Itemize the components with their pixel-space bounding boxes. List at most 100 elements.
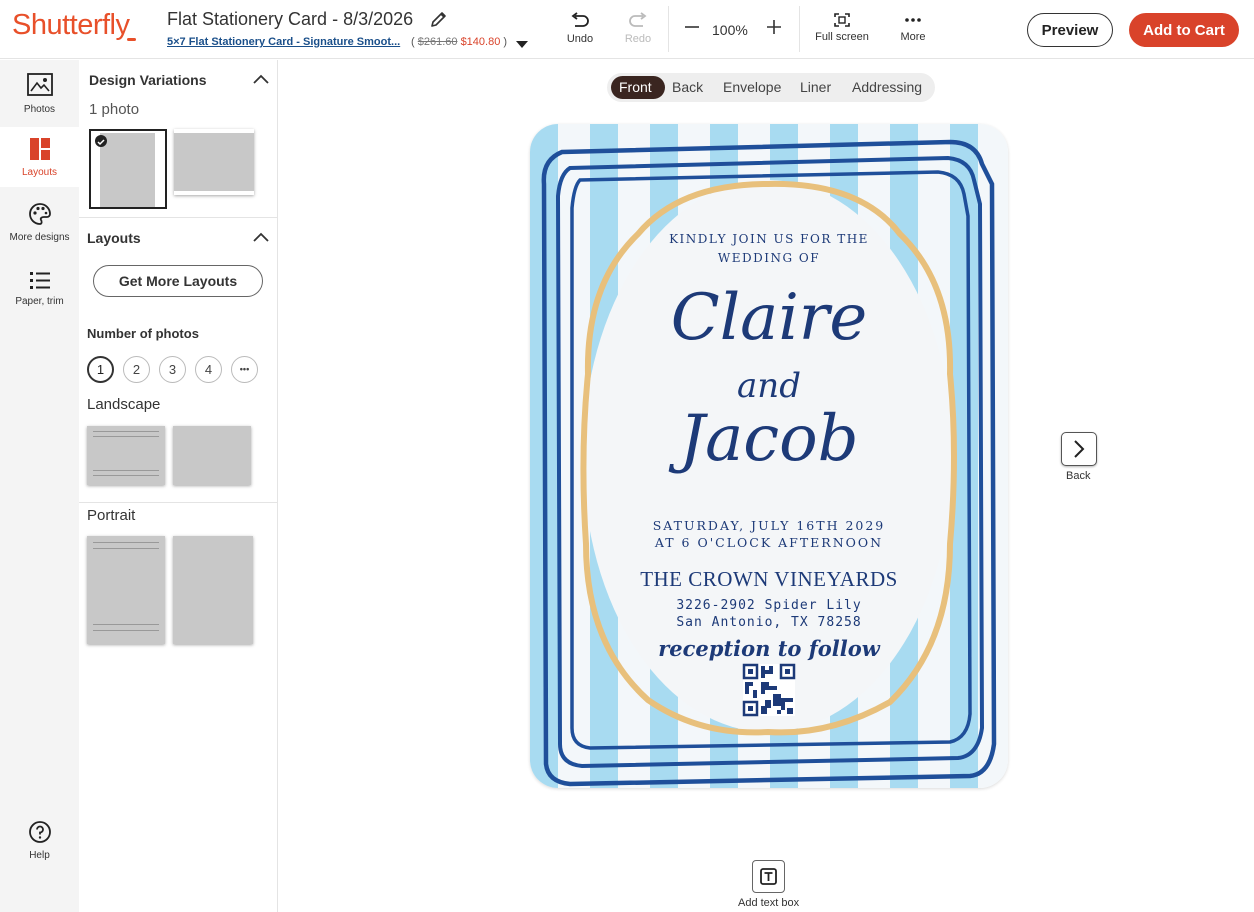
product-link[interactable]: 5×7 Flat Stationery Card - Signature Smo… xyxy=(167,36,400,48)
rail-label-more-designs: More designs xyxy=(9,232,70,243)
event-time[interactable]: AT 6 O'CLOCK AFTERNOON xyxy=(530,535,1008,550)
venue-name[interactable]: THE CROWN VINEYARDS xyxy=(530,567,1008,592)
zoom-out-icon[interactable] xyxy=(681,16,703,38)
fullscreen-icon xyxy=(834,13,850,27)
photo-count-3[interactable]: 3 xyxy=(159,356,186,383)
photo-count-4[interactable]: 4 xyxy=(195,356,222,383)
add-text-box-button[interactable] xyxy=(752,860,785,893)
rail-label-help: Help xyxy=(29,850,50,861)
palette-icon xyxy=(28,203,51,225)
card-canvas[interactable]: KINDLY JOIN US FOR THE WEDDING OF Claire… xyxy=(530,124,1008,788)
next-side-button[interactable] xyxy=(1061,432,1097,466)
more-button[interactable]: More xyxy=(896,12,930,43)
add-text-box-label: Add text box xyxy=(738,897,800,909)
landscape-label: Landscape xyxy=(87,396,161,413)
redo-button[interactable]: Redo xyxy=(620,12,656,45)
variation-thumb-selected[interactable] xyxy=(89,129,167,209)
toolbar-divider xyxy=(799,6,800,52)
text-line xyxy=(93,630,159,631)
invite-line-2[interactable]: WEDDING OF xyxy=(530,251,1008,265)
invite-line-1[interactable]: KINDLY JOIN US FOR THE xyxy=(530,232,1008,246)
shutterfly-logo[interactable]: Shutterfly xyxy=(12,9,130,42)
rail-item-more-designs[interactable]: More designs xyxy=(0,202,79,250)
section-divider xyxy=(79,217,278,218)
price-new: $140.80 xyxy=(460,36,501,48)
fullscreen-label: Full screen xyxy=(815,31,869,43)
project-title[interactable]: Flat Stationery Card - 8/3/2026 xyxy=(167,9,413,30)
help-icon xyxy=(28,821,51,843)
toolbar-divider xyxy=(668,6,669,52)
photo-count-more[interactable]: ••• xyxy=(231,356,258,383)
rail-item-photos[interactable]: Photos xyxy=(0,70,79,128)
price-open: ( xyxy=(411,36,415,48)
logo-underline xyxy=(127,38,136,41)
photo-count-1[interactable]: 1 xyxy=(87,356,114,383)
tab-envelope[interactable]: Envelope xyxy=(723,79,781,95)
rail-item-help[interactable]: Help xyxy=(0,820,79,864)
zoom-in-icon[interactable] xyxy=(763,16,785,38)
address-line-1[interactable]: 3226-2902 Spider Lily xyxy=(530,598,1008,613)
layouts-icon xyxy=(29,138,50,160)
layout-thumb-landscape-2[interactable] xyxy=(173,426,251,485)
redo-label: Redo xyxy=(624,33,652,45)
text-line xyxy=(93,436,159,437)
number-of-photos-label: Number of photos xyxy=(87,326,199,341)
tab-addressing[interactable]: Addressing xyxy=(852,79,922,95)
price-old: $261.60 xyxy=(417,36,458,48)
add-to-cart-button[interactable]: Add to Cart xyxy=(1129,13,1239,47)
layouts-panel: Design Variations 1 photo Layouts Get Mo… xyxy=(79,60,278,912)
text-line xyxy=(93,548,159,549)
qr-code xyxy=(742,663,796,717)
layout-thumb-portrait-1[interactable] xyxy=(87,536,165,644)
photo-count-label: 1 photo xyxy=(89,101,140,118)
portrait-label: Portrait xyxy=(87,507,136,524)
layout-thumb-portrait-2[interactable] xyxy=(173,536,253,644)
undo-label: Undo xyxy=(566,33,594,45)
checkmark-icon xyxy=(95,135,107,147)
zoom-level: 100% xyxy=(712,22,748,38)
text-line xyxy=(93,431,159,432)
layouts-heading: Layouts xyxy=(87,230,141,246)
photo-count-2[interactable]: 2 xyxy=(123,356,150,383)
card-side-tabs: Front Back Envelope Liner Addressing xyxy=(607,73,935,102)
layout-thumb-landscape-1[interactable] xyxy=(87,426,165,485)
pencil-icon[interactable] xyxy=(429,9,449,29)
list-icon xyxy=(29,272,50,289)
tab-front[interactable]: Front xyxy=(619,79,652,95)
variation-thumb-image xyxy=(100,133,155,207)
chevron-right-icon xyxy=(1074,440,1085,458)
event-date[interactable]: SATURDAY, JULY 16TH 2029 xyxy=(530,518,1008,533)
name-1[interactable]: Claire xyxy=(530,284,1008,352)
preview-button[interactable]: Preview xyxy=(1027,13,1113,47)
chevron-down-icon[interactable] xyxy=(516,41,528,48)
rail-label-layouts: Layouts xyxy=(21,167,58,178)
section-divider xyxy=(79,502,278,503)
tab-liner[interactable]: Liner xyxy=(800,79,831,95)
text-line xyxy=(93,624,159,625)
rail-item-paper-trim[interactable]: Paper, trim xyxy=(0,270,79,314)
variation-thumb[interactable] xyxy=(174,129,254,195)
address-line-2[interactable]: San Antonio, TX 78258 xyxy=(530,615,1008,630)
tab-back[interactable]: Back xyxy=(672,79,703,95)
more-label: More xyxy=(900,31,926,43)
text-box-icon xyxy=(760,868,777,885)
fullscreen-button[interactable]: Full screen xyxy=(812,12,872,43)
undo-button[interactable]: Undo xyxy=(562,12,598,45)
price-close: ) xyxy=(503,36,508,48)
rail-label-paper-trim: Paper, trim xyxy=(15,296,64,307)
and-word[interactable]: and xyxy=(530,368,1008,404)
text-line xyxy=(93,475,159,476)
text-line xyxy=(93,542,159,543)
chevron-up-icon[interactable] xyxy=(253,232,269,242)
image-icon xyxy=(26,73,53,96)
next-side-label: Back xyxy=(1066,470,1091,482)
text-line xyxy=(93,470,159,471)
chevron-up-icon[interactable] xyxy=(253,74,269,84)
name-2[interactable]: Jacob xyxy=(530,404,1008,474)
get-more-layouts-button[interactable]: Get More Layouts xyxy=(93,265,263,297)
left-rail: Photos Layouts More designs Paper, trim … xyxy=(0,60,79,912)
design-variations-heading: Design Variations xyxy=(89,72,207,88)
reception-note[interactable]: reception to follow xyxy=(530,636,1008,661)
more-dots-icon xyxy=(905,18,921,22)
rail-item-layouts[interactable]: Layouts xyxy=(0,127,79,187)
